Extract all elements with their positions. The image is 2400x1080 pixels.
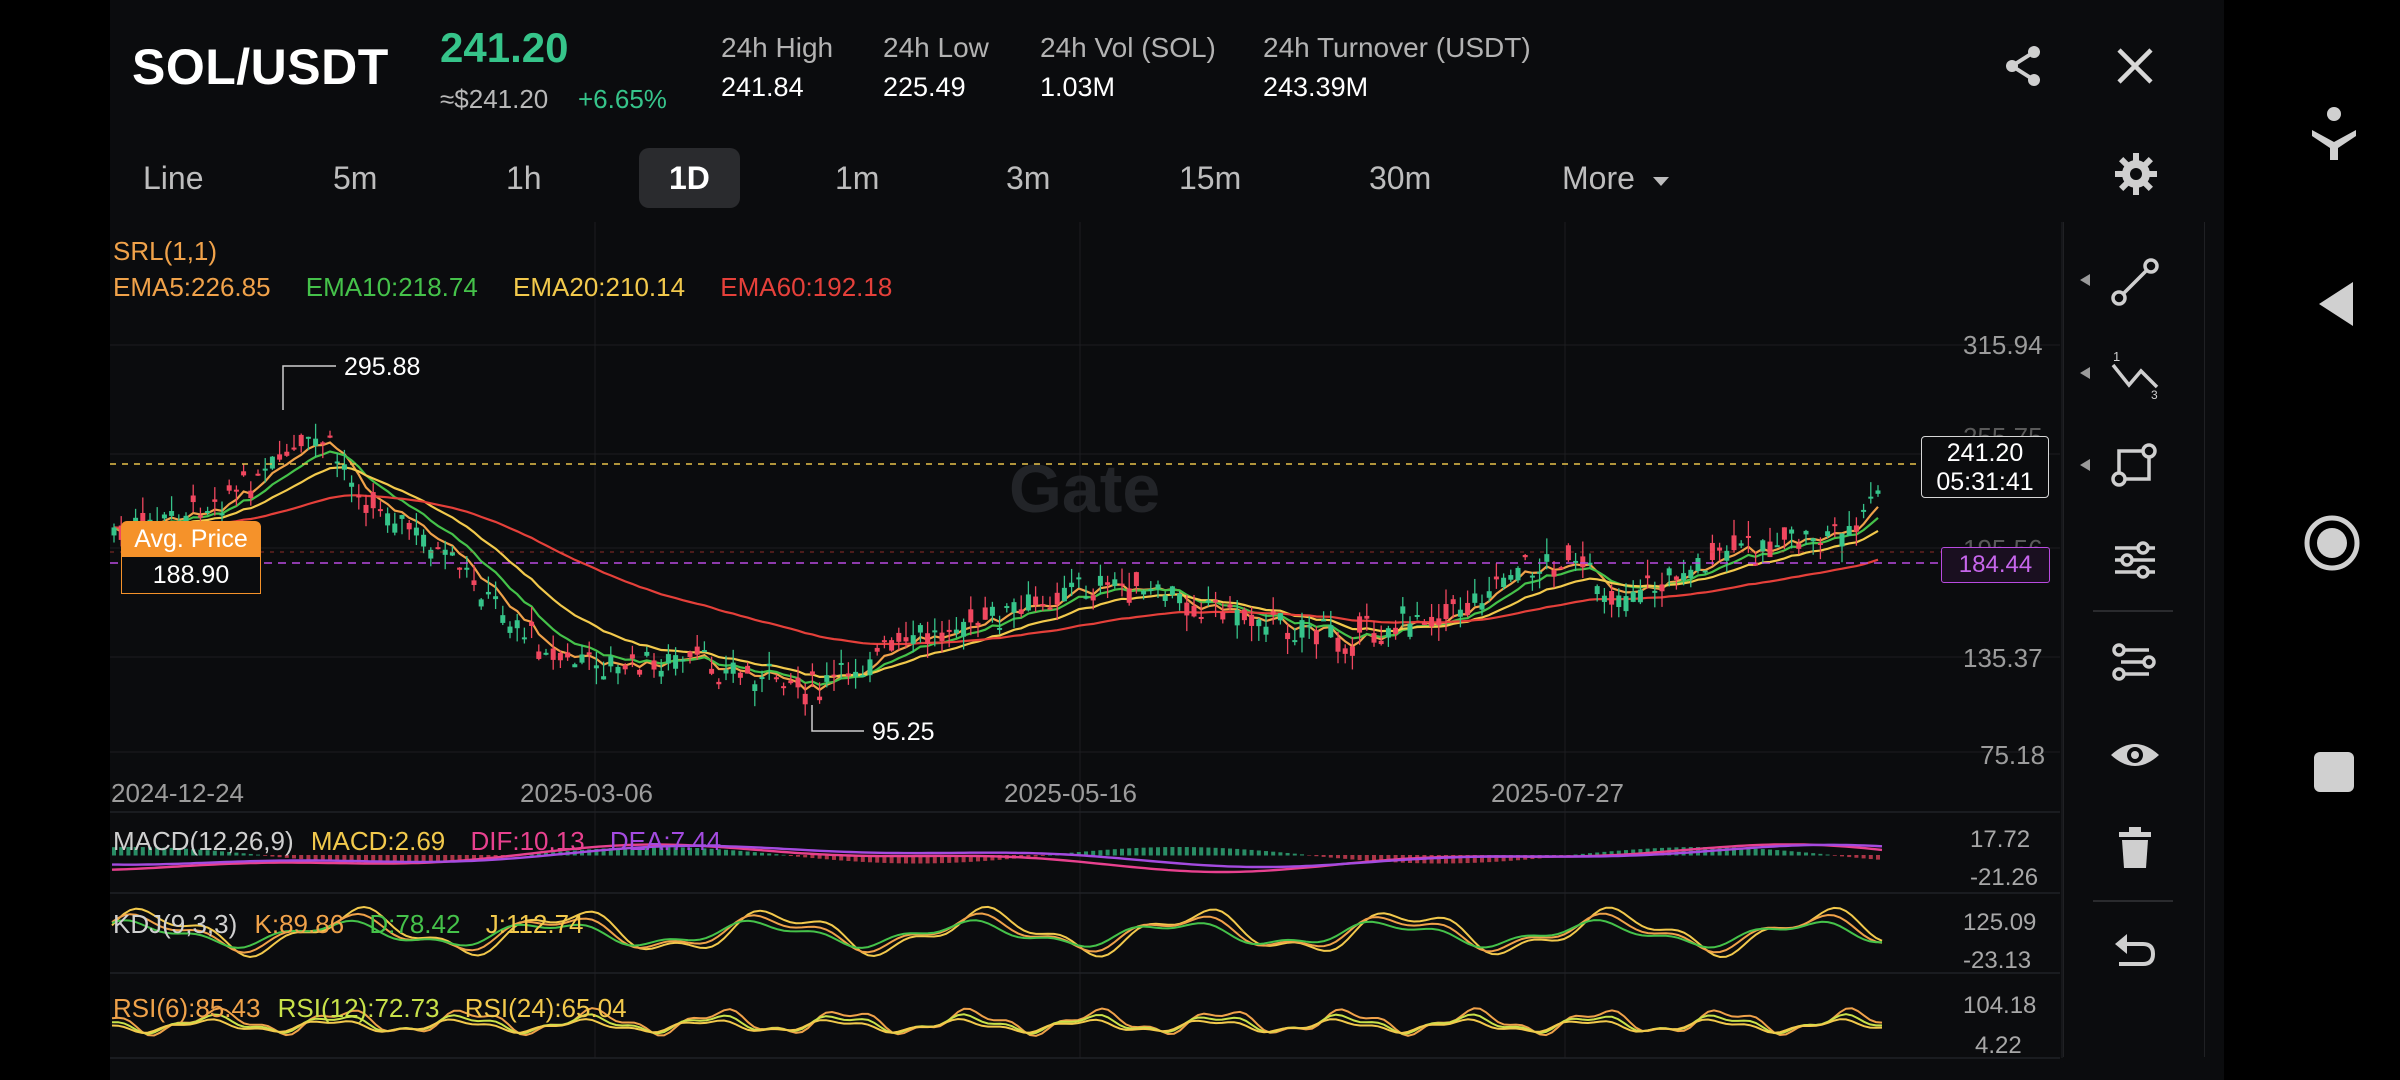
trash-icon[interactable]	[2105, 818, 2165, 878]
macd-dif: DIF:10.13	[470, 826, 585, 856]
macd-tick-top: 17.72	[1970, 826, 2031, 853]
path-tool-icon[interactable]	[2105, 632, 2165, 692]
kdj-legend: KDJ(9,3,3) K:89.86 D:78.42 J:112.74	[113, 909, 584, 940]
purple-level-badge: 184.44	[1941, 547, 2050, 583]
sliders-icon[interactable]	[2105, 530, 2165, 590]
home-circle-icon[interactable]	[2302, 513, 2362, 573]
x-tick: 2025-03-06	[520, 778, 653, 808]
back-triangle-icon[interactable]	[2313, 276, 2357, 332]
x-tick: 2025-05-16	[1004, 778, 1137, 808]
kdj-k: K:89.86	[254, 909, 345, 939]
macd-value: MACD:2.69	[310, 826, 446, 856]
kdj-title: KDJ(9,3,3)	[113, 909, 238, 939]
current-price-value: 241.20	[1946, 439, 2024, 467]
kdj-tick-bottom: -23.13	[1963, 947, 2032, 974]
ema60-label: EMA60:192.18	[720, 272, 893, 302]
x-tick: 2024-12-24	[111, 778, 244, 808]
low-marker: 95.25	[872, 718, 935, 746]
high-marker-line	[282, 365, 336, 410]
ema10-label: EMA10:218.74	[305, 272, 478, 302]
undo-icon[interactable]	[2105, 922, 2165, 982]
ema-lines	[113, 441, 1879, 692]
expand-arrow-icon[interactable]	[2078, 365, 2092, 381]
fib-tool-icon[interactable]: 13	[2105, 343, 2165, 403]
accessibility-icon[interactable]	[2308, 104, 2360, 160]
svg-text:3: 3	[2151, 388, 2158, 402]
ema5-label: EMA5:226.85	[113, 272, 271, 302]
toolbar-divider	[2093, 610, 2173, 612]
srl-label: SRL(1,1)	[113, 236, 218, 266]
expand-arrow-icon[interactable]	[2078, 272, 2092, 288]
svg-text:1: 1	[2113, 349, 2120, 364]
macd-tick-bottom: -21.26	[1970, 864, 2039, 891]
watermark: Gate	[1009, 451, 1160, 527]
kdj-tick-top: 125.09	[1963, 909, 2037, 936]
y-tick: 75.18	[1980, 740, 2046, 770]
candle-countdown: 05:31:41	[1936, 468, 2034, 496]
macd-legend: MACD(12,26,9) MACD:2.69 DIF:10.13 DEA:7.…	[113, 826, 721, 857]
avg-price-label: Avg. Price	[121, 521, 261, 557]
y-tick: 315.94	[1963, 330, 2043, 360]
candlesticks	[111, 423, 1881, 716]
ema20-label: EMA20:210.14	[513, 272, 686, 302]
high-marker: 295.88	[344, 353, 420, 381]
current-price-box: 241.20 05:31:41	[1921, 436, 2049, 498]
y-tick: 135.37	[1963, 643, 2043, 673]
rsi6: RSI(6):85.43	[113, 993, 261, 1023]
ema-legend: EMA5:226.85 EMA10:218.74 EMA20:210.14 EM…	[113, 272, 892, 303]
rsi-tick-top: 104.18	[1963, 992, 2037, 1019]
avg-price-badge: Avg. Price 188.90	[121, 521, 261, 595]
rsi-legend: RSI(6):85.43 RSI(12):72.73 RSI(24):65.04	[113, 993, 627, 1024]
eye-icon[interactable]	[2105, 725, 2165, 785]
toolbar-divider	[2093, 900, 2173, 902]
kdj-d: D:78.42	[369, 909, 461, 939]
trendline-icon[interactable]	[2105, 252, 2165, 312]
rsi24: RSI(24):65.04	[464, 993, 627, 1023]
macd-dea: DEA:7.44	[609, 826, 722, 856]
x-tick: 2025-07-27	[1491, 778, 1624, 808]
rectangle-tool-icon[interactable]	[2105, 435, 2165, 495]
avg-price-value: 188.90	[121, 557, 261, 594]
low-marker-line	[811, 705, 864, 732]
kdj-j: J:112.74	[485, 909, 584, 939]
rsi12: RSI(12):72.73	[277, 993, 440, 1023]
macd-title: MACD(12,26,9)	[113, 826, 294, 856]
recents-square-icon[interactable]	[2314, 752, 2354, 792]
rsi-tick-bottom: 4.22	[1975, 1032, 2022, 1059]
expand-arrow-icon[interactable]	[2078, 457, 2092, 473]
